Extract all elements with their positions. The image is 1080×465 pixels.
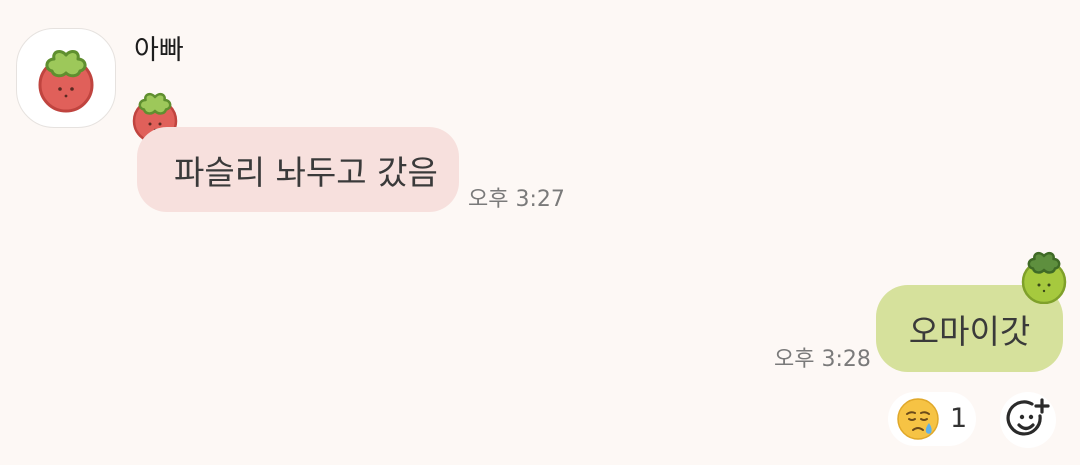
message-timestamp: 오후 3:27 [468, 187, 565, 212]
add-reaction-button[interactable] [1000, 392, 1056, 448]
reaction-chip[interactable]: 1 [888, 392, 976, 446]
sad-tear-face-icon [897, 398, 939, 440]
contact-avatar[interactable] [16, 28, 116, 128]
contact-name: 아빠 [134, 35, 184, 66]
message-text: 오마이갓 [908, 311, 1031, 351]
green-tomato-character-icon [1021, 251, 1067, 305]
tomato-character-icon [38, 50, 94, 113]
message-text: 파슬리 놔두고 갔음 [174, 152, 438, 192]
outgoing-sticker [1018, 248, 1070, 305]
incoming-message-bubble[interactable]: 파슬리 놔두고 갔음 [137, 127, 459, 212]
reaction-count: 1 [950, 403, 968, 434]
message-timestamp: 오후 3:28 [774, 347, 871, 372]
add-emoji-icon [1006, 398, 1050, 436]
